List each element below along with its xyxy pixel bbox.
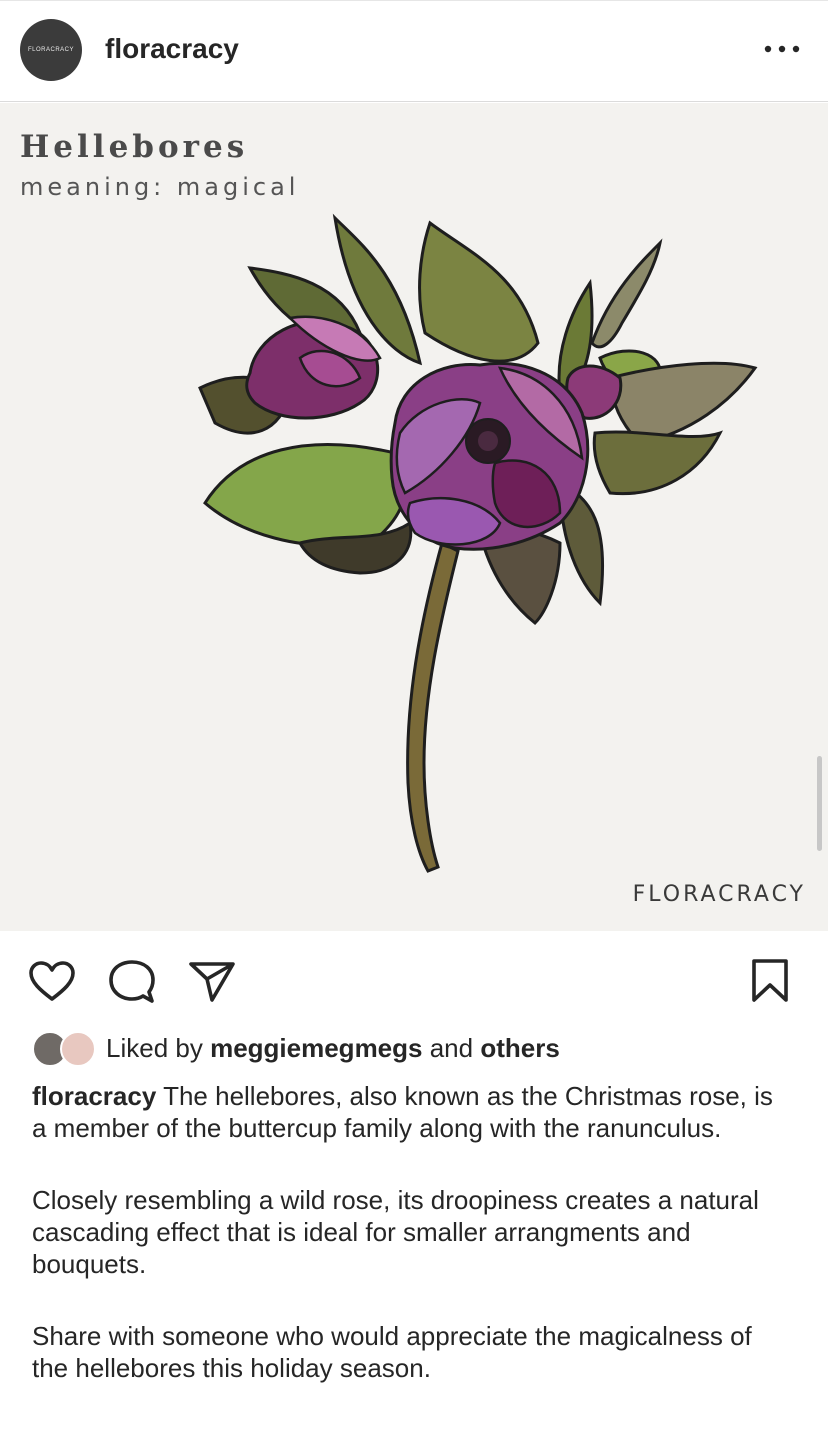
post-header: FLORACRACY floracracy bbox=[0, 0, 828, 102]
likes-others-link[interactable]: others bbox=[480, 1033, 559, 1064]
likes-prefix: Liked by bbox=[106, 1032, 203, 1063]
post-image[interactable]: Hellebores meaning: magical FLORACRACY bbox=[0, 103, 828, 931]
scrollbar[interactable] bbox=[817, 756, 822, 851]
more-options-button[interactable] bbox=[762, 37, 802, 61]
hellebore-illustration bbox=[198, 213, 758, 873]
caption-paragraph: floracracy The hellebores, also known as… bbox=[32, 1080, 792, 1144]
caption-paragraph: Closely resembling a wild rose, its droo… bbox=[32, 1185, 759, 1279]
likes-summary[interactable]: Liked by meggiemegmegs and others bbox=[32, 1028, 560, 1068]
more-horizontal-icon bbox=[764, 45, 800, 53]
likes-conjunction: and bbox=[429, 1032, 474, 1063]
comment-button[interactable] bbox=[108, 959, 156, 1010]
bookmark-icon bbox=[752, 959, 788, 1002]
liker-username[interactable]: meggiemegmegs bbox=[210, 1033, 422, 1064]
liker-avatars bbox=[32, 1030, 96, 1067]
like-button[interactable] bbox=[28, 960, 76, 1007]
share-button[interactable] bbox=[188, 960, 236, 1009]
caption-username[interactable]: floracracy bbox=[32, 1081, 156, 1111]
post-username[interactable]: floracracy bbox=[105, 33, 239, 65]
brand-watermark: FLORACRACY bbox=[632, 882, 806, 907]
post-caption: floracracy The hellebores, also known as… bbox=[32, 1080, 792, 1424]
avatar-text: FLORACRACY bbox=[27, 47, 74, 53]
avatar bbox=[60, 1031, 96, 1067]
comment-icon bbox=[109, 960, 155, 1003]
action-bar bbox=[0, 932, 828, 1022]
avatar[interactable]: FLORACRACY bbox=[20, 19, 82, 81]
caption-paragraph: Share with someone who would appreciate … bbox=[32, 1321, 752, 1383]
save-button[interactable] bbox=[750, 958, 790, 1009]
heart-icon bbox=[29, 961, 75, 1001]
send-icon bbox=[189, 962, 235, 1002]
